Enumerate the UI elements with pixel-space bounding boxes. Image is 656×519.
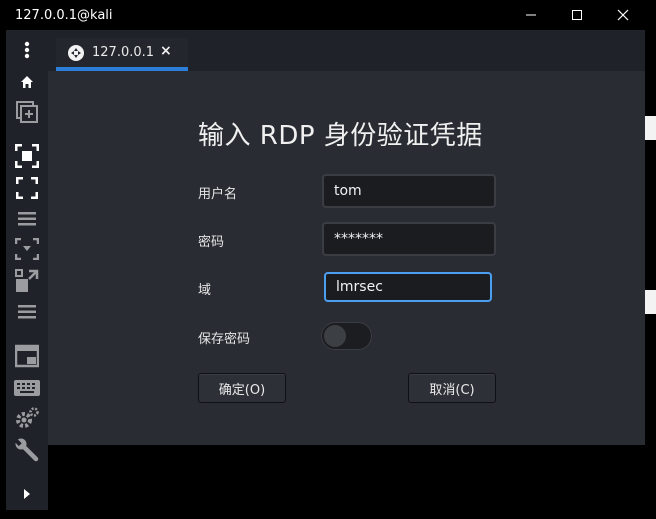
menu-icon [18,305,36,319]
username-label: 用户名 [198,187,238,202]
main-area: 127.0.0.1 × 输入 RDP 身份验证凭据 用户名 密码 域 保存密码 … [48,30,645,510]
wrench-icon [15,438,39,462]
minimize-button[interactable] [508,0,554,30]
toolbar-sidebar [6,30,48,510]
auth-dialog: 输入 RDP 身份验证凭据 用户名 密码 域 保存密码 确定(O) 取消(C) [48,71,645,445]
screenshot-button[interactable] [13,344,41,368]
screenshot-icon [15,344,39,368]
save-password-toggle[interactable] [321,322,372,350]
tab-connection[interactable]: 127.0.0.1 × [56,38,188,71]
dialog-title: 输入 RDP 身份验证凭据 [198,121,483,151]
username-field[interactable] [322,174,496,208]
password-field[interactable] [322,222,496,256]
cancel-button[interactable]: 取消(C) [408,373,496,403]
minimize-icon [526,14,536,16]
remmina-icon [68,44,84,61]
tab-bar: 127.0.0.1 × [48,30,645,72]
toggle-knob [324,325,346,347]
resize-icon [15,269,39,292]
tools-button[interactable] [13,438,41,462]
password-label: 密码 [198,235,225,250]
new-connection-icon [16,101,38,123]
tab-close-icon[interactable]: × [160,43,172,59]
domain-label: 域 [198,283,212,298]
menu-button[interactable] [13,207,41,231]
close-window-button[interactable] [600,0,646,30]
settings-icon [16,407,39,428]
focus-mode-button[interactable] [13,144,41,168]
ok-button[interactable]: 确定(O) [198,373,286,403]
more-menu-button[interactable] [13,38,41,62]
save-password-label: 保存密码 [198,332,251,347]
home-icon [21,76,33,88]
background-terminal-strip [645,0,656,519]
focus-icon [15,144,39,168]
scale-button[interactable] [13,237,41,261]
tab-label: 127.0.0.1 [92,45,155,60]
close-icon [617,9,629,21]
remote-display-area [48,445,645,510]
home-button[interactable] [13,70,41,94]
resize-button[interactable] [13,269,41,293]
expand-arrow-icon [24,489,30,499]
background-light-strip [645,290,656,314]
maximize-button[interactable] [554,0,600,30]
fullscreen-button[interactable] [13,176,41,200]
window-title: 127.0.0.1@kali [15,7,113,23]
maximize-icon [572,10,582,20]
keyboard-button[interactable] [13,376,41,400]
keyboard-icon [14,380,40,396]
menu-icon [18,212,36,226]
more-vertical-icon [24,41,30,59]
fullscreen-icon [16,177,38,199]
settings-button[interactable] [13,406,41,430]
expand-sidebar-button[interactable] [13,482,41,506]
domain-field[interactable] [324,272,492,302]
window-titlebar: 127.0.0.1@kali [0,0,645,30]
menu-button[interactable] [13,300,41,324]
background-light-strip [645,116,656,140]
new-connection-button[interactable] [13,100,41,124]
scale-icon [15,238,39,260]
